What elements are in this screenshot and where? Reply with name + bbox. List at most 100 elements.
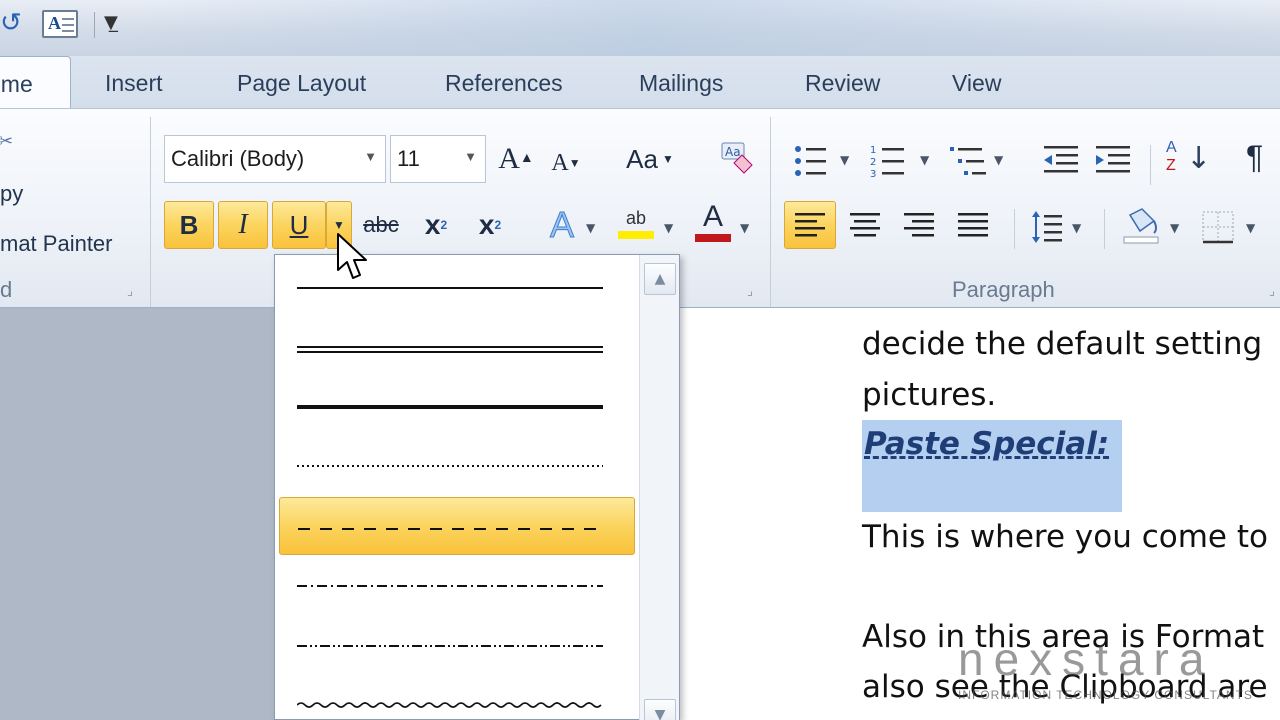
title-bar-glare <box>130 0 1280 56</box>
chevron-down-icon[interactable]: ▼ <box>1246 221 1255 235</box>
underline-style-wave[interactable] <box>279 673 635 720</box>
shading-icon[interactable] <box>1120 207 1164 247</box>
document-heading[interactable]: Paste Special: <box>864 426 1109 462</box>
shrink-font-label: A <box>551 149 569 176</box>
brand-watermark-tagline: INFORMATION TECHNOLOGY CONSULTANTS <box>958 688 1253 702</box>
chevron-down-icon[interactable]: ▼ <box>364 149 377 164</box>
chevron-down-icon[interactable]: ▼ <box>740 221 749 235</box>
double-line-icon <box>297 346 603 353</box>
ribbon-tabs: ome Insert Page Layout References Mailin… <box>0 56 1280 112</box>
sort-arrow-icon: ↓ <box>1186 141 1212 176</box>
format-painter-button[interactable]: mat Painter <box>0 231 113 257</box>
separator <box>1150 145 1151 185</box>
clear-formatting-button[interactable]: Aa <box>712 135 760 183</box>
font-name-value: Calibri (Body) <box>171 146 305 171</box>
superscript-button[interactable]: x2 <box>468 201 512 249</box>
font-dialog-launcher-icon[interactable]: ⌟ <box>742 283 758 299</box>
brand-watermark: nexstara <box>958 633 1215 685</box>
sort-button[interactable]: A Z <box>1166 139 1177 175</box>
separator <box>1014 209 1015 249</box>
underline-style-dashed[interactable] <box>279 497 635 555</box>
grow-font-button[interactable]: A ▲ <box>494 135 538 183</box>
tab-insert[interactable]: Insert <box>105 70 163 97</box>
font-size-combobox[interactable]: 11 ▼ <box>390 135 486 183</box>
align-center-button[interactable] <box>840 201 890 249</box>
group-separator <box>150 117 151 307</box>
decrease-indent-icon[interactable] <box>1040 143 1080 179</box>
clipboard-dialog-launcher-icon[interactable]: ⌟ <box>122 283 138 299</box>
document-text-line[interactable]: decide the default setting <box>862 326 1262 362</box>
scroll-up-icon[interactable]: ▲ <box>644 263 676 295</box>
align-right-icon <box>904 213 934 237</box>
scroll-down-icon[interactable]: ▼ <box>644 699 676 720</box>
subscript-button[interactable]: x2 <box>414 201 458 249</box>
chevron-down-icon[interactable]: ▼ <box>1170 221 1179 235</box>
align-right-button[interactable] <box>894 201 944 249</box>
tab-mailings[interactable]: Mailings <box>639 70 723 97</box>
clear-formatting-icon: Aa <box>721 142 753 174</box>
chevron-down-icon[interactable]: ▼ <box>1072 221 1081 235</box>
text-effects-button[interactable]: A <box>540 201 584 249</box>
justify-icon <box>958 213 988 237</box>
justify-button[interactable] <box>948 201 998 249</box>
shrink-font-button[interactable]: A ▼ <box>546 139 586 187</box>
font-name-combobox[interactable]: Calibri (Body) ▼ <box>164 135 386 183</box>
highlight-color-swatch <box>618 230 654 239</box>
mouse-cursor-icon <box>337 233 367 279</box>
tab-page-layout[interactable]: Page Layout <box>237 70 366 97</box>
document-text-line[interactable]: This is where you come to <box>862 519 1268 555</box>
change-case-label: Aa <box>626 143 658 174</box>
customize-dropdown-icon[interactable]: ▼̲ <box>104 12 118 33</box>
chevron-down-icon[interactable]: ▼ <box>994 153 1003 167</box>
document-icon[interactable]: A <box>42 10 78 38</box>
grow-font-label: A <box>498 142 520 175</box>
svg-text:3: 3 <box>870 169 876 179</box>
single-line-icon <box>297 287 603 289</box>
tab-view[interactable]: View <box>952 70 1001 97</box>
document-text-line[interactable]: pictures. <box>862 377 996 413</box>
chevron-down-icon[interactable]: ▼ <box>464 149 477 164</box>
group-separator <box>770 117 771 307</box>
underline-style-double[interactable] <box>279 317 635 375</box>
copy-button[interactable]: py <box>0 181 23 207</box>
dashed-line-icon <box>298 528 604 530</box>
gallery-scrollbar[interactable]: ▲ ▼ <box>639 255 679 720</box>
cut-icon[interactable]: ✂ <box>0 131 13 152</box>
underline-style-dotted[interactable] <box>279 435 635 493</box>
dot-dash-line-icon <box>297 585 603 587</box>
dot-dot-dash-line-icon <box>297 645 603 647</box>
multilevel-list-icon[interactable] <box>948 143 992 179</box>
align-left-icon <box>795 213 825 237</box>
chevron-down-icon[interactable]: ▼ <box>664 221 673 235</box>
bold-button[interactable]: B <box>164 201 214 249</box>
clipboard-group-label: d <box>0 277 13 302</box>
dotted-line-icon <box>297 465 603 467</box>
underline-style-thick[interactable] <box>279 375 635 433</box>
chevron-down-icon[interactable]: ▼ <box>840 153 849 167</box>
redo-icon[interactable]: ↺ <box>0 8 22 38</box>
highlight-button[interactable]: ab <box>612 199 660 247</box>
underline-style-single[interactable] <box>279 257 635 315</box>
change-case-button[interactable]: Aa ▼ <box>618 135 682 183</box>
underline-style-dot-dash[interactable] <box>279 555 635 613</box>
borders-icon[interactable] <box>1200 209 1238 245</box>
tab-references[interactable]: References <box>445 70 563 97</box>
paragraph-dialog-launcher-icon[interactable]: ⌟ <box>1264 283 1280 299</box>
underline-style-dot-dot-dash[interactable] <box>279 615 635 673</box>
sort-a-label: A <box>1166 139 1177 156</box>
increase-indent-icon[interactable] <box>1094 143 1134 179</box>
font-color-swatch <box>695 234 731 242</box>
bullets-icon[interactable] <box>792 143 836 179</box>
font-color-button[interactable]: A <box>690 197 736 245</box>
show-formatting-marks-button[interactable]: ¶ <box>1246 139 1263 176</box>
italic-button[interactable]: I <box>218 201 268 249</box>
paragraph-group-label: Paragraph <box>952 277 1055 302</box>
underline-button[interactable]: U <box>272 201 326 249</box>
chevron-down-icon[interactable]: ▼ <box>920 153 929 167</box>
chevron-down-icon[interactable]: ▼ <box>586 221 595 235</box>
tab-home[interactable]: ome <box>0 56 71 112</box>
numbering-icon[interactable]: 1 2 3 <box>870 143 914 179</box>
align-left-button[interactable] <box>784 201 836 249</box>
line-spacing-icon[interactable] <box>1030 209 1070 245</box>
tab-review[interactable]: Review <box>805 70 880 97</box>
